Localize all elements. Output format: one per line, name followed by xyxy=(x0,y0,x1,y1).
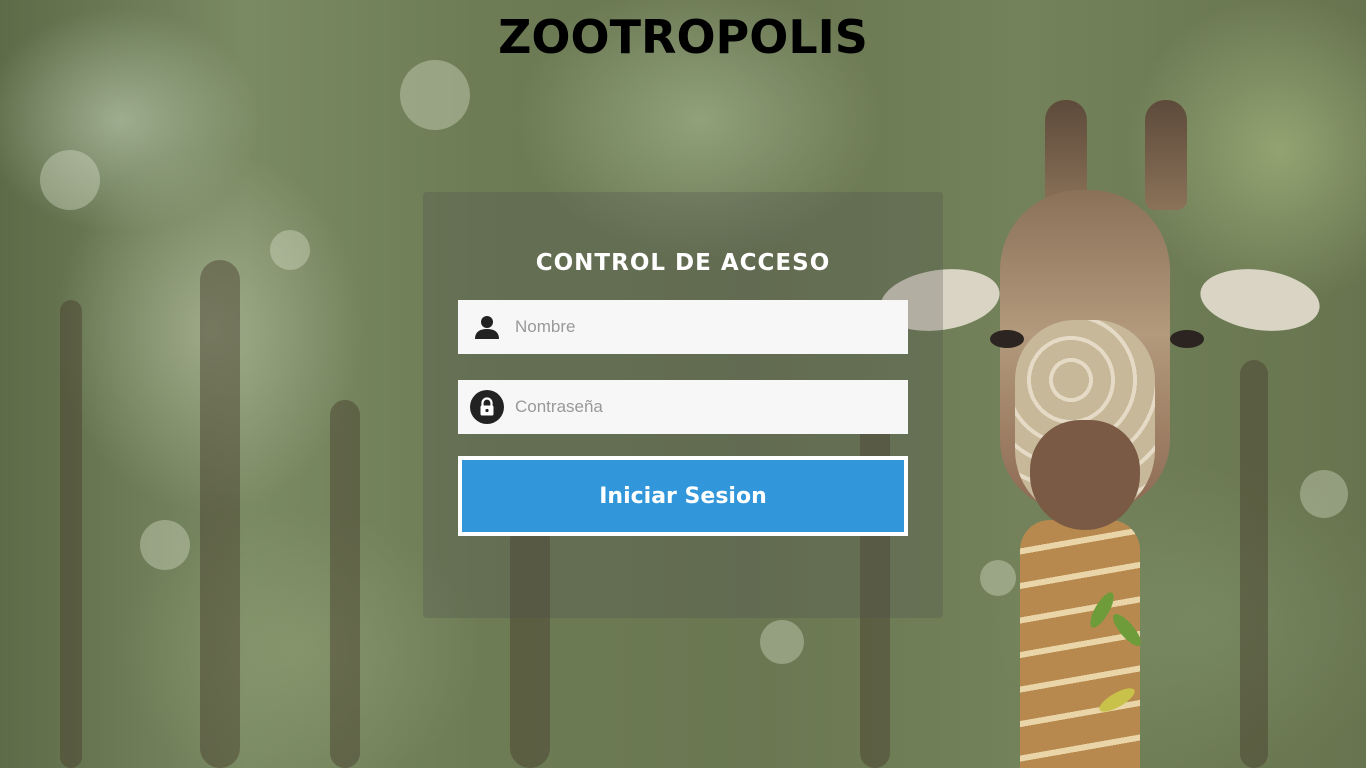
bokeh-light xyxy=(270,230,310,270)
password-input[interactable] xyxy=(515,380,908,434)
bokeh-light xyxy=(760,620,804,664)
bokeh-light xyxy=(140,520,190,570)
giraffe-image xyxy=(876,90,1324,768)
giraffe-neck xyxy=(1020,520,1140,768)
password-field[interactable] xyxy=(458,380,908,434)
login-button[interactable]: Iniciar Sesion xyxy=(458,456,908,536)
bokeh-light xyxy=(40,150,100,210)
giraffe-ear xyxy=(1196,261,1324,339)
giraffe-eye xyxy=(1170,330,1204,348)
bokeh-light xyxy=(400,60,470,130)
username-field[interactable] xyxy=(458,300,908,354)
login-form: CONTROL DE ACCESO Iniciar Sesion xyxy=(423,192,943,618)
tree-trunk xyxy=(330,400,360,768)
user-icon xyxy=(458,300,515,354)
giraffe-muzzle xyxy=(1030,420,1140,530)
lock-icon xyxy=(458,380,515,434)
tree-trunk xyxy=(200,260,240,768)
giraffe-ossicone xyxy=(1145,100,1187,210)
giraffe-eye xyxy=(990,330,1024,348)
username-input[interactable] xyxy=(515,300,908,354)
tree-trunk xyxy=(60,300,82,768)
site-title: ZOOTROPOLIS xyxy=(498,10,868,64)
login-heading: CONTROL DE ACCESO xyxy=(535,250,831,276)
